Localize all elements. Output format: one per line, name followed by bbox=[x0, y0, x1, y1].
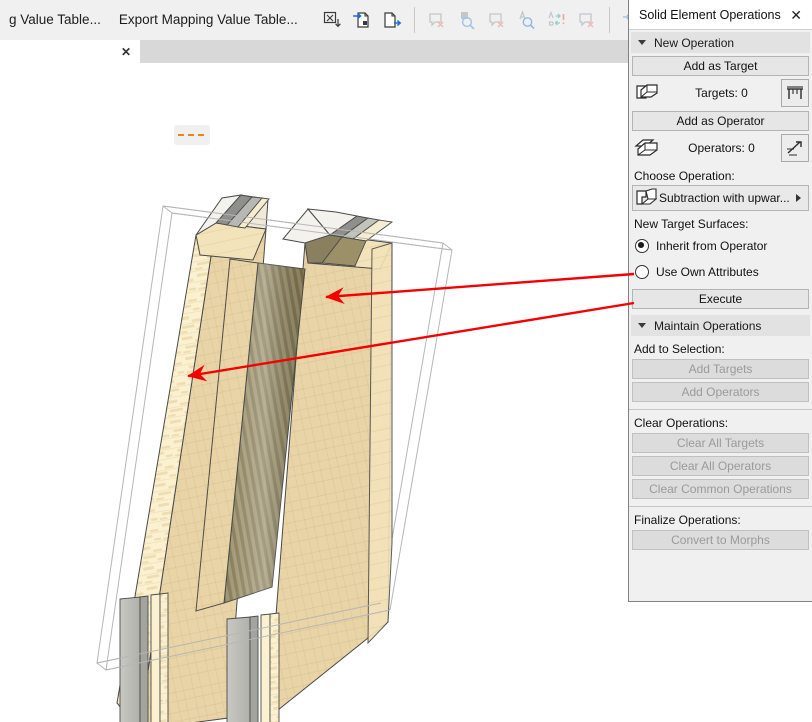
operator-solid-icon bbox=[632, 135, 662, 161]
convert-to-morphs-button[interactable]: Convert to Morphs bbox=[632, 530, 809, 550]
operators-count: Operators: 0 bbox=[688, 141, 755, 155]
inspect-text-icon[interactable] bbox=[514, 7, 540, 33]
add-to-selection-label: Add to Selection: bbox=[634, 342, 725, 356]
toolbar-separator-2 bbox=[608, 7, 610, 33]
export-document-icon[interactable] bbox=[379, 7, 405, 33]
add-targets-button[interactable]: Add Targets bbox=[632, 359, 809, 379]
divider-1 bbox=[629, 409, 812, 410]
menu-export-mapping-value-table[interactable]: Export Mapping Value Table... bbox=[110, 0, 307, 40]
pick-operators-icon[interactable] bbox=[780, 134, 809, 162]
import-document-icon[interactable] bbox=[349, 7, 375, 33]
add-operators-button[interactable]: Add Operators bbox=[632, 382, 809, 402]
panel-title-bar: Solid Element Operations ✕ bbox=[629, 0, 812, 30]
clear-all-targets-button[interactable]: Clear All Targets bbox=[632, 433, 809, 453]
add-as-target-button[interactable]: Add as Target bbox=[632, 56, 809, 76]
radio-button-inherit-icon[interactable] bbox=[635, 239, 649, 253]
chevron-down-icon bbox=[638, 323, 646, 328]
chevron-down-icon bbox=[638, 40, 646, 45]
subtraction-operation-icon bbox=[633, 188, 659, 208]
replace-text-icon[interactable] bbox=[544, 7, 570, 33]
delete-comment-icon[interactable] bbox=[424, 7, 450, 33]
section-header-new-operation-label: New Operation bbox=[654, 35, 735, 50]
close-icon[interactable]: ✕ bbox=[788, 6, 804, 24]
active-document-tab[interactable]: ✕ bbox=[0, 40, 140, 63]
pick-targets-icon[interactable] bbox=[780, 79, 809, 107]
targets-row: Targets: 0 bbox=[632, 78, 809, 108]
target-solid-icon bbox=[632, 80, 662, 106]
section-header-new-operation[interactable]: New Operation bbox=[631, 32, 810, 53]
radio-button-own-icon[interactable] bbox=[635, 265, 649, 279]
execute-button[interactable]: Execute bbox=[632, 289, 809, 309]
radio-inherit-label: Inherit from Operator bbox=[656, 239, 768, 253]
radio-use-own-attributes[interactable]: Use Own Attributes bbox=[635, 261, 812, 283]
choose-operation-label: Choose Operation: bbox=[634, 169, 735, 183]
toolbar-menu: g Value Table... Export Mapping Value Ta… bbox=[0, 0, 307, 40]
solid-element-operations-panel: Solid Element Operations ✕ New Operation… bbox=[628, 0, 812, 602]
section-header-maintain-operations-label: Maintain Operations bbox=[654, 318, 762, 333]
delete-comment-3-icon[interactable] bbox=[574, 7, 600, 33]
clear-common-operations-button[interactable]: Clear Common Operations bbox=[632, 479, 809, 499]
application-window: g Value Table... Export Mapping Value Ta… bbox=[0, 0, 812, 722]
close-icon[interactable]: ✕ bbox=[121, 46, 131, 58]
chevron-right-icon bbox=[796, 194, 801, 202]
targets-count: Targets: 0 bbox=[695, 86, 748, 100]
panel-body: New Operation Add as Target Targets: 0 A… bbox=[629, 32, 812, 550]
menu-import-mapping-value-table[interactable]: g Value Table... bbox=[0, 0, 110, 40]
operation-value: Subtraction with upwar... bbox=[659, 191, 790, 205]
export-selection-icon[interactable] bbox=[319, 7, 345, 33]
section-header-maintain-operations[interactable]: Maintain Operations bbox=[631, 315, 810, 336]
delete-comment-2-icon[interactable] bbox=[484, 7, 510, 33]
new-target-surfaces-label: New Target Surfaces: bbox=[634, 217, 749, 231]
add-as-operator-button[interactable]: Add as Operator bbox=[632, 111, 809, 131]
operation-dropdown[interactable]: Subtraction with upwar... bbox=[632, 185, 809, 211]
clear-all-operators-button[interactable]: Clear All Operators bbox=[632, 456, 809, 476]
toolbar-separator-1 bbox=[413, 7, 415, 33]
radio-inherit-from-operator[interactable]: Inherit from Operator bbox=[635, 235, 812, 257]
panel-title: Solid Element Operations bbox=[639, 7, 781, 22]
finalize-operations-label: Finalize Operations: bbox=[634, 513, 741, 527]
clear-operations-label: Clear Operations: bbox=[634, 416, 729, 430]
dashed-line-style-chip[interactable] bbox=[174, 125, 210, 145]
operators-row: Operators: 0 bbox=[632, 133, 809, 163]
divider-2 bbox=[629, 506, 812, 507]
radio-own-label: Use Own Attributes bbox=[656, 265, 759, 279]
find-text-icon[interactable] bbox=[454, 7, 480, 33]
